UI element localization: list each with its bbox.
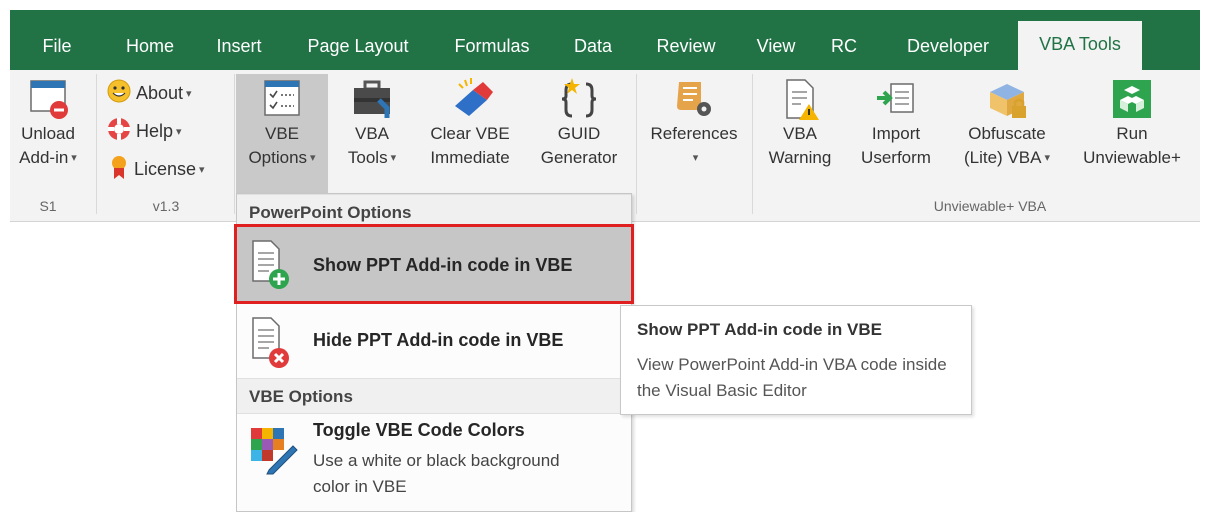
vba-warning-button[interactable]: VBA Warning	[758, 76, 842, 194]
document-remove-icon	[252, 317, 289, 368]
chevron-down-icon: ▾	[186, 88, 192, 100]
import-userform-label-2: Userform	[861, 148, 931, 167]
vbe-options-menu: PowerPoint Options Show PPT Add-in code …	[234, 193, 634, 512]
guid-label-1: GUID	[557, 124, 601, 143]
help-button[interactable]: Help ▾	[106, 116, 182, 145]
tooltip-title: Show PPT Add-in code in VBE	[637, 320, 882, 339]
lifebuoy-icon	[108, 118, 130, 140]
menu-item-toggle-colors-desc: Use a white or black background color in…	[313, 451, 560, 496]
license-ribbon-icon	[112, 156, 126, 179]
menu-item-show-ppt[interactable]: Show PPT Add-in code in VBE	[234, 224, 634, 304]
vbe-options-label-1: VBE	[264, 124, 300, 143]
menu-item-hide-ppt[interactable]: Hide PPT Add-in code in VBE	[237, 308, 631, 376]
checklist-icon	[264, 80, 300, 116]
vba-tools-button[interactable]: VBA Tools ▾	[332, 76, 412, 194]
menu-header-vbe: VBE Options	[237, 378, 631, 414]
smiley-icon	[107, 79, 131, 103]
tab-view[interactable]: View	[746, 23, 806, 70]
references-dropdown: ▾	[642, 146, 746, 170]
menu-item-toggle-colors[interactable]: Toggle VBE Code Colors Use a white or bl…	[237, 416, 631, 512]
group-separator	[234, 74, 235, 214]
tab-review[interactable]: Review	[642, 23, 730, 70]
chevron-down-icon: ▾	[176, 126, 182, 138]
chevron-down-icon: ▾	[310, 152, 316, 164]
document-add-icon	[252, 240, 289, 289]
document-warning-icon	[786, 79, 819, 120]
tab-rc[interactable]: RC	[824, 23, 864, 70]
chevron-down-icon: ▾	[1044, 152, 1050, 164]
guid-generator-button[interactable]: GUID Generator	[534, 76, 624, 194]
tab-home[interactable]: Home	[110, 23, 190, 70]
run-unviewable-label-1: Run	[1116, 124, 1148, 143]
tab-insert[interactable]: Insert	[206, 23, 272, 70]
box-lock-icon	[990, 84, 1026, 118]
references-label: References	[650, 124, 738, 143]
clear-vbe-label-2: Immediate	[430, 148, 510, 167]
import-userform-label-1: Import	[871, 124, 921, 143]
ribbon-tab-bar: File Home Insert Page Layout Formulas Da…	[10, 10, 1200, 70]
vba-tools-label-2: Tools ▾	[347, 148, 397, 167]
group-separator	[636, 74, 637, 214]
group-label-s1: S1	[39, 198, 57, 214]
import-form-icon	[877, 83, 914, 113]
help-label: Help	[136, 121, 174, 141]
about-label: About	[136, 83, 184, 103]
curly-braces-icon	[561, 78, 597, 118]
vba-warning-label-2: Warning	[768, 148, 832, 167]
license-label: License	[134, 159, 197, 179]
vba-tools-label-1: VBA	[354, 124, 390, 143]
menu-item-show-ppt-label: Show PPT Add-in code in VBE	[313, 255, 573, 275]
chevron-down-icon: ▾	[71, 152, 77, 164]
chevron-down-icon: ▾	[692, 152, 699, 164]
group-label-version: v1.3	[152, 198, 180, 214]
clear-vbe-immediate-button[interactable]: Clear VBE Immediate	[420, 76, 520, 194]
color-palette-icon	[251, 428, 298, 475]
vbe-options-label-2: Options ▾	[248, 148, 316, 167]
scroll-gear-icon	[677, 82, 711, 116]
run-unviewable-button[interactable]: Run Unviewable+	[1070, 76, 1194, 194]
about-button[interactable]: About ▾	[106, 78, 192, 107]
chevron-down-icon: ▾	[199, 164, 205, 176]
guid-label-2: Generator	[540, 148, 618, 167]
group-separator	[96, 74, 97, 214]
tooltip: Show PPT Add-in code in VBE View PowerPo…	[620, 305, 972, 415]
license-button[interactable]: License ▾	[108, 154, 205, 183]
menu-item-toggle-colors-label: Toggle VBE Code Colors	[313, 420, 525, 440]
tab-formulas[interactable]: Formulas	[442, 23, 542, 70]
group-separator	[752, 74, 753, 214]
vbe-options-button[interactable]: VBE Options ▾	[236, 74, 328, 194]
obfuscate-label-2: (Lite) VBA ▾	[963, 148, 1050, 167]
run-unviewable-label-2: Unviewable+	[1083, 148, 1181, 167]
tab-file[interactable]: File	[26, 23, 88, 70]
tooltip-body: View PowerPoint Add-in VBA code inside t…	[637, 355, 947, 400]
obfuscate-label-1: Obfuscate	[968, 124, 1046, 143]
clear-vbe-label-1: Clear VBE	[430, 124, 510, 143]
toolbox-icon	[354, 80, 390, 118]
tab-developer[interactable]: Developer	[888, 23, 1008, 70]
eraser-icon	[455, 78, 493, 116]
chevron-down-icon: ▾	[390, 152, 397, 164]
unload-label-1: Unload	[21, 124, 75, 143]
tab-vba-tools[interactable]: VBA Tools	[1018, 21, 1142, 70]
window-remove-icon	[30, 80, 68, 119]
obfuscate-vba-button[interactable]: Obfuscate (Lite) VBA ▾	[948, 76, 1066, 194]
import-userform-button[interactable]: Import Userform	[848, 76, 944, 194]
unload-add-in-button[interactable]: Unload Add-in ▾	[10, 76, 86, 194]
group-label-unviewable: Unviewable+ VBA	[933, 198, 1047, 214]
references-button[interactable]: References ▾	[642, 76, 746, 194]
tab-data[interactable]: Data	[562, 23, 624, 70]
tab-page-layout[interactable]: Page Layout	[294, 23, 422, 70]
cubes-icon	[1113, 80, 1151, 118]
unload-label-2: Add-in ▾	[19, 148, 77, 167]
menu-item-hide-ppt-label: Hide PPT Add-in code in VBE	[313, 330, 564, 350]
vba-warning-label-1: VBA	[782, 124, 818, 143]
